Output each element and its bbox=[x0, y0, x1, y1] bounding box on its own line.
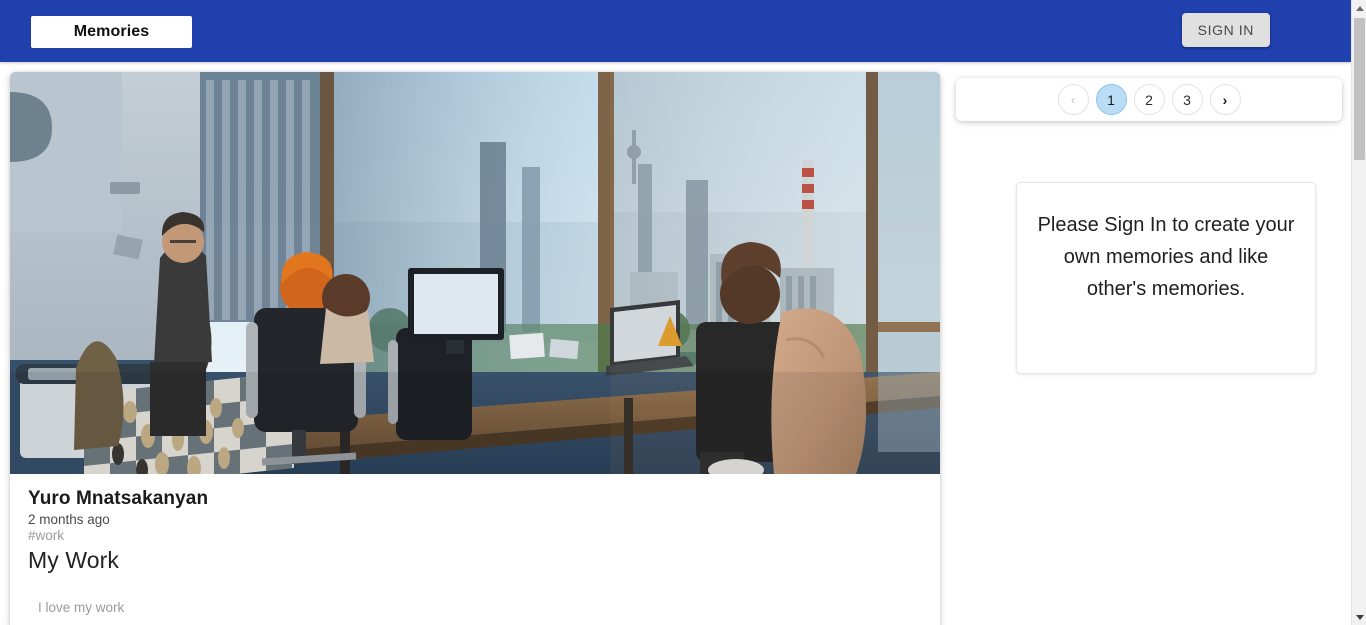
chevron-right-icon: › bbox=[1222, 91, 1228, 108]
brand-title: Memories bbox=[73, 23, 150, 40]
scroll-down-arrow-icon[interactable] bbox=[1352, 609, 1366, 625]
sign-in-notice-text: Please Sign In to create your own memori… bbox=[1037, 214, 1295, 300]
pagination-card: ‹ 1 2 3 › bbox=[956, 78, 1342, 121]
scroll-up-arrow-icon[interactable] bbox=[1352, 0, 1366, 16]
post-message: I love my work bbox=[38, 600, 125, 615]
app-header: Memories SIGN IN bbox=[0, 0, 1351, 62]
pagination-page-2[interactable]: 2 bbox=[1133, 84, 1165, 115]
memory-post-image bbox=[10, 72, 940, 474]
post-timestamp: 2 months ago bbox=[28, 512, 110, 527]
office-photo-illustration bbox=[10, 72, 940, 474]
brand-logo[interactable]: Memories bbox=[31, 16, 192, 48]
sign-in-notice-card: Please Sign In to create your own memori… bbox=[1016, 182, 1316, 374]
post-author-name: Yuro Mnatsakanyan bbox=[28, 488, 209, 509]
post-title: My Work bbox=[28, 547, 119, 573]
chevron-left-icon: ‹ bbox=[1071, 92, 1075, 107]
app-root: Memories SIGN IN Yuro Mnatsakanyan 2 mon… bbox=[0, 0, 1366, 625]
scrollbar-thumb[interactable] bbox=[1354, 18, 1365, 160]
sign-in-button[interactable]: SIGN IN bbox=[1181, 13, 1270, 47]
pagination-controls: ‹ 1 2 3 › bbox=[1057, 84, 1241, 115]
triangle-up-glyph bbox=[1355, 5, 1364, 11]
memory-post-body: Yuro Mnatsakanyan 2 months ago #work My … bbox=[10, 474, 940, 615]
pagination-next-button[interactable]: › bbox=[1209, 84, 1241, 115]
pagination-prev-button[interactable]: ‹ bbox=[1057, 84, 1089, 115]
triangle-down-glyph bbox=[1355, 614, 1364, 620]
memory-post-card[interactable]: Yuro Mnatsakanyan 2 months ago #work My … bbox=[10, 72, 940, 625]
pagination-page-1[interactable]: 1 bbox=[1095, 84, 1127, 115]
vertical-scrollbar[interactable] bbox=[1351, 0, 1366, 625]
post-tags[interactable]: #work bbox=[28, 528, 922, 543]
pagination-page-3[interactable]: 3 bbox=[1171, 84, 1203, 115]
